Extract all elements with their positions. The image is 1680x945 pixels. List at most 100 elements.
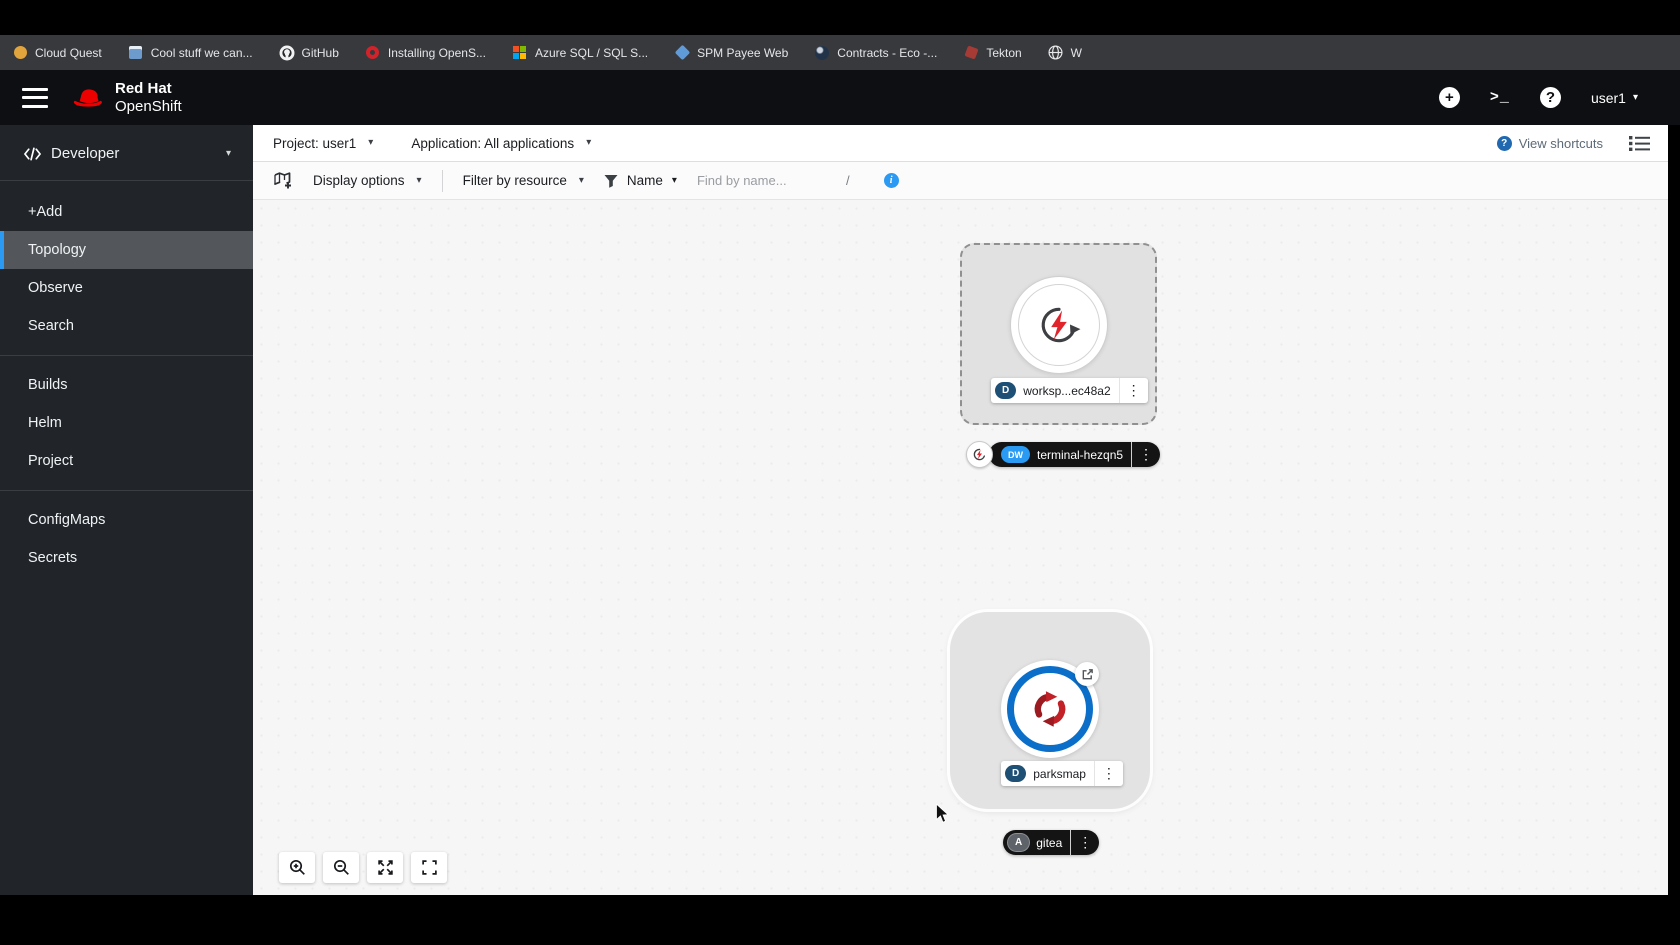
che-terminal-icon [973,448,986,461]
bookmark-cloud-quest[interactable]: Cloud Quest [12,45,102,61]
question-circle-icon: ? [1539,87,1561,108]
gitea-node-label[interactable]: A gitea ⋮ [1003,830,1100,855]
folder-icon [128,45,144,61]
caret-down-icon: ▾ [416,174,422,186]
quick-create-button[interactable]: + [1438,87,1460,108]
bookmark-label: GitHub [301,45,339,60]
user-name: user1 [1590,89,1626,106]
parksmap-app-icon [1034,691,1066,727]
bookmark-spm-payee[interactable]: SPM Payee Web [674,44,789,61]
help-button[interactable]: ? [1539,87,1561,108]
filter-by-resource-dropdown[interactable]: Filter by resource ▾ [463,173,584,188]
zoom-out-icon [333,859,349,875]
name-filter-label: Name [626,173,663,188]
masthead: Red Hat OpenShift + >_ ? user1 ▾ [0,70,1680,125]
bookmark-label: Cloud Quest [35,45,102,60]
terminal-node-label[interactable]: DW terminal-hezqn5 ⋮ [989,442,1161,467]
info-circle-icon[interactable]: i [883,173,899,188]
sidebar-divider [0,355,253,356]
sidebar-item-builds[interactable]: Builds [0,366,253,404]
bookmark-tekton[interactable]: Tekton [963,45,1022,61]
node-name: parksmap [1033,766,1086,781]
topology-canvas[interactable]: D worksp...ec48a2 ⋮ DW terminal-hezqn5 ⋮ [253,200,1668,895]
view-shortcuts-link[interactable]: ? View shortcuts [1496,135,1603,151]
user-menu[interactable]: user1 ▾ [1591,90,1638,106]
bookmark-azure-sql[interactable]: Azure SQL / SQL S... [512,45,648,61]
hamburger-menu-icon[interactable] [22,87,48,108]
terminal-icon: >_ [1489,89,1510,106]
workspace-node-inner [1018,284,1100,366]
caret-down-icon: ▾ [368,137,374,148]
bookmark-installing-openshift[interactable]: Installing OpenS... [365,45,486,61]
bookmark-contracts[interactable]: Contracts - Eco -... [814,45,937,61]
bookmark-label: Azure SQL / SQL S... [534,45,649,60]
node-name: worksp...ec48a2 [1023,383,1111,398]
code-icon [24,146,41,161]
brand-line-2: OpenShift [115,97,182,115]
workspace-node-label[interactable]: D worksp...ec48a2 ⋮ [991,378,1148,403]
cloud-quest-icon [12,45,28,61]
sidebar-item-observe[interactable]: Observe [0,269,253,307]
sidebar-divider [0,490,253,491]
bookmark-w[interactable]: W [1048,45,1082,61]
sidebar-item-helm[interactable]: Helm [0,404,253,442]
web-terminal-button[interactable]: >_ [1490,89,1510,106]
github-icon [279,45,295,61]
project-dropdown[interactable]: Project: user1 ▾ [273,136,373,151]
kebab-menu-icon[interactable]: ⋮ [1131,442,1160,467]
globe-icon [1048,45,1064,61]
zoom-out-button[interactable] [323,852,359,883]
kebab-menu-icon[interactable]: ⋮ [1118,378,1148,403]
parksmap-node-label[interactable]: D parksmap ⋮ [1001,761,1123,786]
contracts-icon [814,45,830,61]
terminal-node-decorator[interactable] [966,441,993,468]
filter-funnel-icon [604,174,618,188]
application-dropdown[interactable]: Application: All applications ▾ [411,136,591,151]
list-view-icon [1629,135,1650,151]
reset-view-button[interactable] [411,852,447,883]
sidebar-item-secrets[interactable]: Secrets [0,539,253,577]
map-add-icon [274,172,291,189]
open-url-decorator[interactable] [1075,662,1099,686]
perspective-label: Developer [51,145,120,162]
redhat-openshift-logo: Red Hat OpenShift [70,80,182,115]
caret-down-icon: ▾ [1632,91,1638,103]
shortcut-key-hint: / [845,173,850,188]
canvas-controls [279,852,447,883]
bookmark-label: SPM Payee Web [697,45,789,60]
sidebar-item-project[interactable]: Project [0,442,253,480]
application-dropdown-label: Application: All applications [411,135,575,151]
resource-badge-deployment: D [995,382,1017,399]
project-dropdown-label: Project: user1 [273,135,357,151]
browser-bookmarks-bar: Cloud Quest Cool stuff we can... GitHub … [0,35,1680,70]
sidebar-item-add[interactable]: +Add [0,193,253,231]
sidebar-item-search[interactable]: Search [0,307,253,345]
kebab-menu-icon[interactable]: ⋮ [1093,761,1123,786]
kebab-menu-icon[interactable]: ⋮ [1070,830,1099,855]
bookmark-cool-stuff[interactable]: Cool stuff we can... [128,45,253,61]
sidebar-item-topology[interactable]: Topology [0,231,253,269]
perspective-switcher[interactable]: Developer ▾ [0,125,253,181]
find-by-name-input[interactable] [696,173,822,188]
bookmark-github[interactable]: GitHub [279,45,339,61]
node-name: terminal-hezqn5 [1037,447,1124,462]
bookmark-label: Tekton [986,45,1022,60]
view-shortcuts-label: View shortcuts [1518,135,1603,151]
name-filter-dropdown[interactable]: Name ▾ [604,173,677,188]
sidebar-item-configmaps[interactable]: ConfigMaps [0,501,253,539]
resource-badge-deployment: D [1005,765,1027,782]
main-content: Project: user1 ▾ Application: All applic… [253,125,1668,895]
external-link-icon [1082,668,1093,679]
bookmark-label: Cool stuff we can... [150,45,253,60]
export-application-button[interactable] [273,171,293,190]
zoom-in-button[interactable] [279,852,315,883]
reset-view-icon [421,860,437,875]
fit-to-screen-button[interactable] [367,852,403,883]
spm-icon [674,44,690,61]
display-options-dropdown[interactable]: Display options ▾ [313,173,422,188]
redhat-fedora-icon [73,88,102,107]
list-view-toggle[interactable] [1629,135,1650,152]
brand-line-1: Red Hat [115,80,172,98]
context-bar: Project: user1 ▾ Application: All applic… [253,125,1668,162]
workspace-node[interactable] [1010,276,1108,374]
